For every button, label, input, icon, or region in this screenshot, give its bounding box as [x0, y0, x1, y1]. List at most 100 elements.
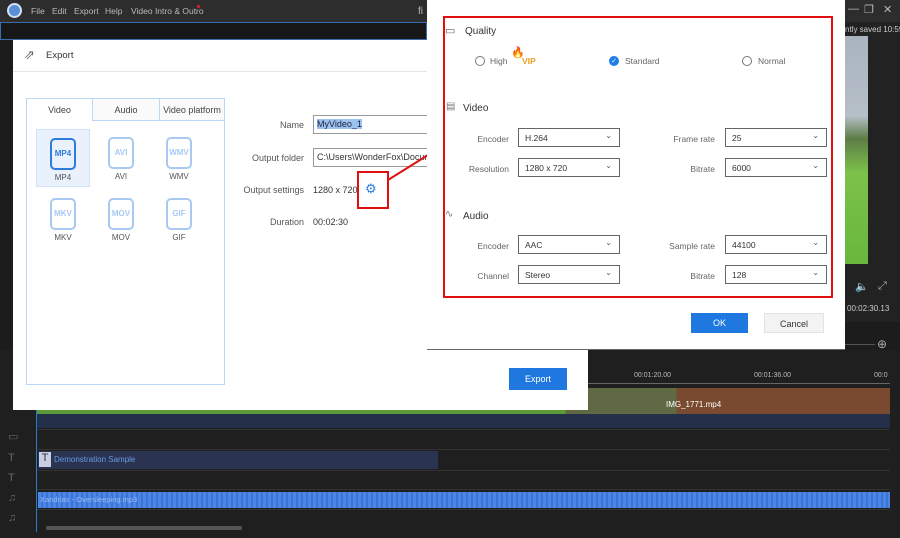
audio-bitrate-label: Bitrate	[690, 271, 715, 281]
select-value: H.264	[525, 133, 548, 143]
music-track-icon: ♫	[8, 492, 17, 504]
audio-track: Xandrias - Oversleeping.mp3	[36, 490, 890, 510]
ok-button[interactable]: OK	[691, 313, 748, 333]
video-encoder-select[interactable]: H.264 ⌄	[518, 128, 620, 147]
text-clip-name: Demonstration Sample	[54, 455, 136, 464]
save-status: ntly saved 10:59	[845, 25, 900, 34]
video-bitrate-label: Bitrate	[690, 164, 715, 174]
export-dialog-title: Export	[46, 50, 74, 61]
volume-icon[interactable]: 🔈	[855, 280, 869, 293]
video-bitrate-select[interactable]: 6000 ⌄	[725, 158, 827, 177]
format-mkv[interactable]: MKV MKV	[36, 190, 90, 248]
radio-high[interactable]	[475, 56, 485, 66]
mp4-file-icon: MP4	[50, 138, 76, 170]
horizontal-scrollbar[interactable]	[46, 526, 242, 530]
menu-file[interactable]: File	[31, 6, 45, 16]
export-button[interactable]: Export	[509, 368, 567, 390]
select-value: AAC	[525, 240, 543, 250]
gear-icon[interactable]: ⚙	[365, 181, 377, 197]
radio-standard[interactable]: ✓	[609, 56, 619, 66]
fullscreen-icon[interactable]: ⤢	[878, 280, 887, 293]
frame-rate-select[interactable]: 25 ⌄	[725, 128, 827, 147]
menu-video-intro-outro[interactable]: Video Intro & Outro	[131, 6, 204, 16]
monitor-icon: ▭	[445, 25, 456, 37]
video-encoder-label: Encoder	[477, 134, 509, 144]
sample-rate-label: Sample rate	[669, 241, 715, 251]
quality-standard-label: Standard	[625, 56, 660, 66]
ruler-tick-label: 00:01:20.00	[634, 372, 671, 379]
text-clip[interactable]: T Demonstration Sample	[38, 451, 438, 469]
resolution-select[interactable]: 1280 x 720 ⌄	[518, 158, 620, 177]
tab-video-platform[interactable]: Video platform	[160, 99, 224, 121]
chevron-down-icon: ⌄	[812, 161, 819, 170]
name-input[interactable]: MyVideo_1	[313, 115, 433, 134]
radio-normal[interactable]	[742, 56, 752, 66]
select-value: 6000	[732, 163, 751, 173]
name-value: MyVideo_1	[317, 119, 362, 129]
tab-audio[interactable]: Audio	[93, 99, 160, 121]
menu-help[interactable]: Help	[105, 6, 122, 16]
format-panel: Video Audio Video platform MP4 MP4 AVI AVI…	[26, 98, 225, 385]
film-icon: ▤	[446, 101, 456, 112]
name-label: Name	[279, 120, 304, 130]
audio-bitrate-select[interactable]: 128 ⌄	[725, 265, 827, 284]
select-value: Stereo	[525, 270, 551, 280]
text-track: T Demonstration Sample	[36, 450, 890, 471]
quality-high-label: High	[490, 56, 508, 66]
timecode: 00:02:30.13	[847, 304, 890, 313]
chevron-down-icon: ⌄	[812, 268, 819, 277]
audio-encoder-select[interactable]: AAC ⌄	[518, 235, 620, 254]
app-logo-icon	[7, 3, 22, 18]
format-label: GIF	[172, 233, 186, 242]
output-settings-value: 1280 x 720	[313, 185, 358, 195]
waveform-icon: ∿	[445, 209, 454, 220]
channel-select[interactable]: Stereo ⌄	[518, 265, 620, 284]
zoom-slider[interactable]	[840, 344, 875, 345]
format-label: MKV	[54, 233, 72, 242]
audio-encoder-label: Encoder	[477, 241, 509, 251]
quality-normal-label: Normal	[758, 56, 786, 66]
format-label: AVI	[114, 172, 128, 181]
format-mp4[interactable]: MP4 MP4	[36, 129, 90, 187]
video-clip-name: IMG_1771.mp4	[666, 400, 722, 409]
select-value: 128	[732, 270, 747, 280]
sample-rate-select[interactable]: 44100 ⌄	[725, 235, 827, 254]
notification-dot	[197, 5, 200, 8]
channel-label: Channel	[477, 271, 509, 281]
mov-file-icon: MOV	[108, 198, 134, 230]
maximize-button[interactable]: ❐	[864, 3, 874, 16]
output-settings-dialog: ▭ Quality High 🔥 VIP ✓ Standard Normal ▤…	[427, 0, 845, 350]
select-value: 25	[732, 133, 742, 143]
format-mov[interactable]: MOV MOV	[94, 190, 148, 248]
audio-clip[interactable]	[38, 492, 890, 508]
text-track-icon: T	[8, 472, 15, 484]
chevron-down-icon: ⌄	[812, 238, 819, 247]
audio-title: Audio	[463, 211, 489, 222]
menu-export[interactable]: Export	[74, 6, 99, 16]
duration-label: Duration	[269, 217, 304, 227]
export-icon: ⇗	[24, 47, 35, 62]
duration-value: 00:02:30	[313, 217, 349, 227]
format-label: MP4	[54, 173, 72, 182]
avi-file-icon: AVI	[108, 137, 134, 169]
vip-badge: VIP	[522, 56, 536, 66]
audio-clip-name: Xandrias - Oversleeping.mp3	[40, 495, 138, 504]
cancel-button[interactable]: Cancel	[764, 313, 824, 333]
empty-text-track	[36, 471, 890, 490]
format-label: WMV	[169, 172, 189, 181]
format-avi[interactable]: AVI AVI	[94, 129, 148, 187]
zoom-in-icon[interactable]: ⊕	[877, 337, 887, 351]
minimize-button[interactable]: —	[848, 3, 859, 15]
app-title: fi	[418, 6, 423, 17]
text-clip-icon: T	[39, 452, 51, 467]
output-folder-label: Output folder	[251, 153, 304, 163]
menu-edit[interactable]: Edit	[52, 6, 67, 16]
video-audio-wave	[36, 414, 890, 428]
tab-video[interactable]: Video	[27, 99, 93, 121]
close-button[interactable]: ✕	[883, 3, 892, 16]
chevron-down-icon: ⌄	[605, 161, 612, 170]
resolution-label: Resolution	[468, 164, 509, 174]
empty-video-track	[36, 430, 890, 450]
ruler-tick-label: 00:01:36.00	[754, 372, 791, 379]
ruler-tick-label: 00:0	[874, 372, 888, 379]
